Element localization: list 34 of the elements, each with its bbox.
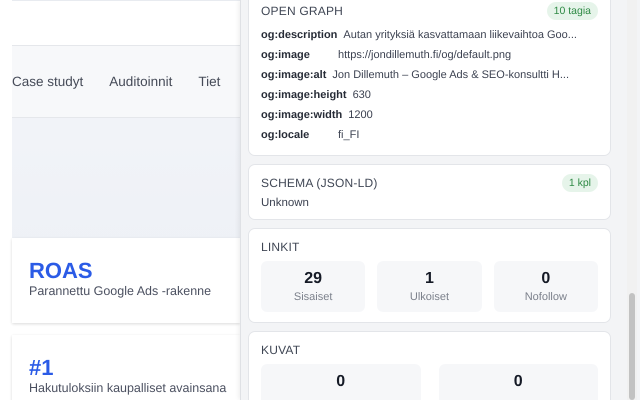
stat-number: 0 xyxy=(336,372,346,392)
nav-link[interactable]: Tiet xyxy=(198,74,220,89)
scrollbar-thumb[interactable] xyxy=(629,293,635,400)
nav-link[interactable]: Case studyt xyxy=(12,74,84,89)
stat-number: 1 xyxy=(425,269,434,289)
meta-value: fi_FI xyxy=(338,128,360,143)
nav-link[interactable]: Auditoinnit xyxy=(109,74,172,89)
stat-label: Sisaiset xyxy=(294,290,332,305)
meta-key: og:image:width xyxy=(261,105,342,125)
section-title: SCHEMA (JSON-LD) xyxy=(261,176,378,190)
stat-number: 29 xyxy=(304,269,322,289)
schema-type: Unknown xyxy=(261,197,310,209)
stat-label: Ulkoiset xyxy=(410,290,450,305)
meta-value: Autan yrityksiä kasvattamaan liikevaihtoa Goo... xyxy=(343,28,577,43)
stat-label: Nofollow xyxy=(524,290,567,305)
meta-value: https://jondillemuth.fi/og/default.png xyxy=(338,48,512,63)
meta-key: og:image xyxy=(261,45,338,65)
meta-key: og:image:height xyxy=(261,85,347,105)
stat-number: 0 xyxy=(514,372,523,392)
meta-key: og:image:alt xyxy=(261,65,326,85)
meta-key: og:locale xyxy=(261,125,338,145)
section-title: KUVAT xyxy=(261,343,300,357)
stat-value: #1 xyxy=(29,355,54,381)
stat-value: ROAS xyxy=(29,258,93,284)
meta-value: 630 xyxy=(352,88,371,103)
meta-value: Jon Dillemuth – Google Ads & SEO-konsultti H... xyxy=(332,68,570,83)
stat-caption: Parannettu Google Ads -rakenne xyxy=(29,284,212,298)
stat-number: 0 xyxy=(541,269,550,289)
count-badge: 10 tagia xyxy=(546,2,598,20)
section-title: OPEN GRAPH xyxy=(261,4,344,18)
meta-key: og:description xyxy=(261,25,338,45)
count-badge: 1 kpl xyxy=(562,174,598,192)
meta-value: 1200 xyxy=(348,108,373,123)
section-title: LINKIT xyxy=(261,240,300,254)
